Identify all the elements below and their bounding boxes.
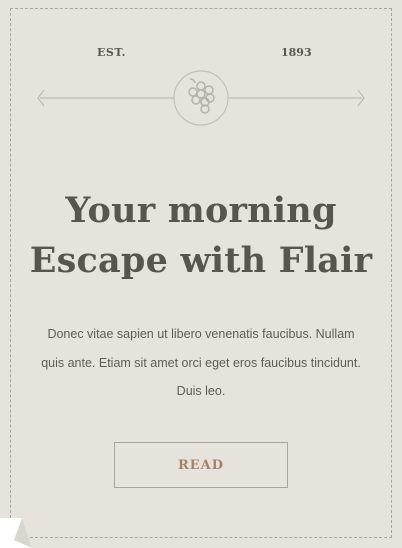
hero-body-text: Donec vitae sapien ut libero venenatis f… bbox=[41, 327, 361, 398]
page-curl-corner bbox=[0, 518, 32, 548]
grapes-icon bbox=[188, 78, 215, 114]
year-label: 1893 bbox=[281, 46, 312, 59]
headline-line-1: Your morning bbox=[65, 190, 337, 231]
headline-line-2: Escape with Flair bbox=[29, 240, 373, 281]
hero-headline: Your morning Escape with Flair bbox=[0, 186, 402, 286]
est-label: EST. bbox=[97, 46, 126, 59]
read-button[interactable]: READ bbox=[114, 442, 288, 488]
ornamental-divider bbox=[37, 70, 365, 126]
